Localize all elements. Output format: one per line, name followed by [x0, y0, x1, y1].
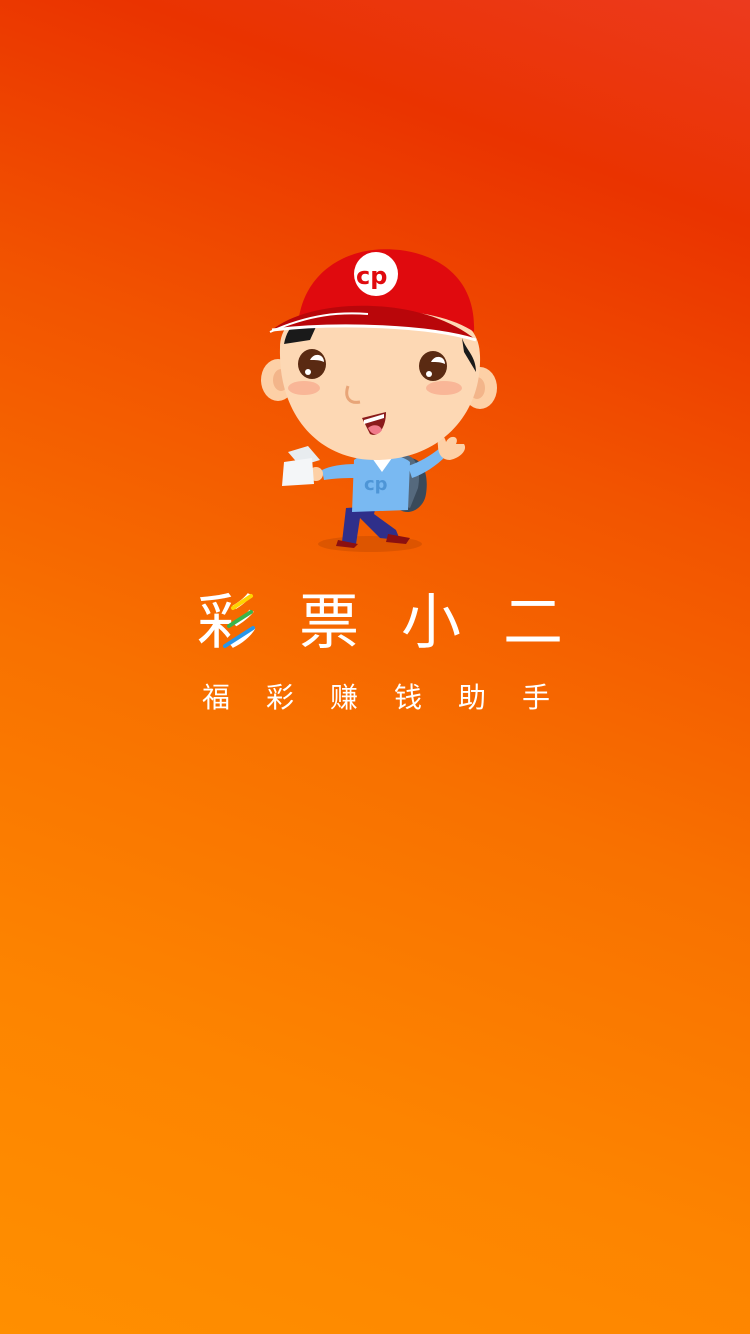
app-title-char: 彩 [197, 588, 257, 658]
app-title-char: 二 [503, 588, 563, 658]
app-title: 彩 票 小 二 [195, 588, 565, 658]
app-subtitle-char: 福 [201, 681, 230, 714]
cwl-logo-icon: cp [354, 252, 398, 296]
app-subtitle-char: 钱 [393, 681, 422, 714]
app-title-char: 票 [299, 588, 359, 658]
svg-text:cp: cp [356, 262, 387, 290]
splash-screen: cp cp 彩 票 小 二 福 彩 赚 钱 助 手 [0, 0, 750, 1334]
app-subtitle-char: 彩 [265, 681, 294, 714]
svg-text:cp: cp [364, 474, 388, 495]
app-title-char: 小 [401, 588, 461, 658]
app-subtitle-char: 助 [457, 681, 486, 714]
app-subtitle-char: 赚 [329, 681, 358, 714]
lottery-delivery-boy-icon: cp cp [261, 249, 497, 552]
app-subtitle-char: 手 [521, 681, 550, 714]
app-subtitle: 福 彩 赚 钱 助 手 [198, 678, 554, 718]
